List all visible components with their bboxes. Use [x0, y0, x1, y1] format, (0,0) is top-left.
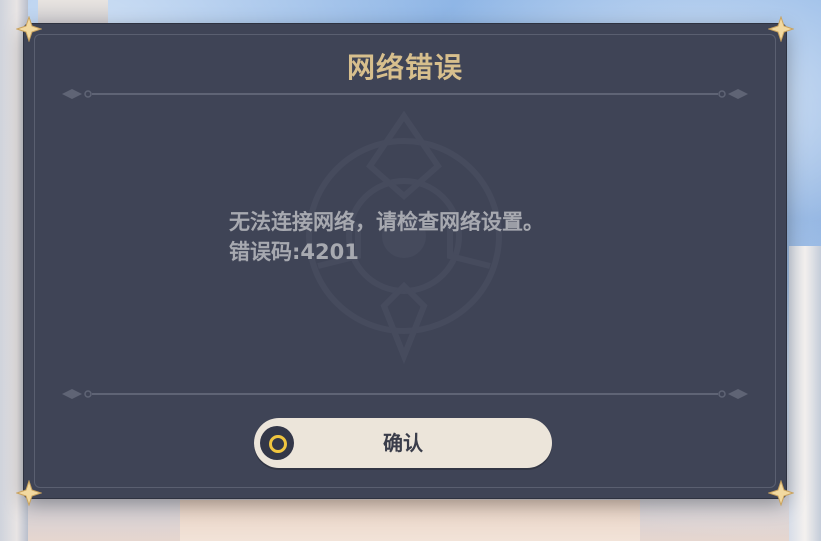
confirm-button[interactable]: 确认 [254, 418, 552, 468]
background-tower-top [38, 0, 108, 26]
corner-ornament-icon [16, 16, 42, 42]
network-error-dialog: 网络错误 无法连接网络，请检查网络设置。 错误码:4201 确认 [16, 16, 794, 506]
dialog-title: 网络错误 [346, 51, 463, 84]
divider-ornament-top [62, 89, 748, 99]
error-message: 无法连接网络，请检查网络设置。 错误码:4201 [229, 207, 544, 267]
error-message-text: 无法连接网络，请检查网络设置。 [229, 210, 544, 234]
confirm-button-label: 确认 [383, 431, 423, 455]
error-code-text: 错误码:4201 [229, 240, 359, 264]
divider-ornament-bottom [62, 389, 748, 399]
corner-ornament-icon [768, 480, 794, 506]
background-walkway [180, 500, 640, 541]
corner-ornament-icon [768, 16, 794, 42]
corner-ornament-icon [16, 480, 42, 506]
